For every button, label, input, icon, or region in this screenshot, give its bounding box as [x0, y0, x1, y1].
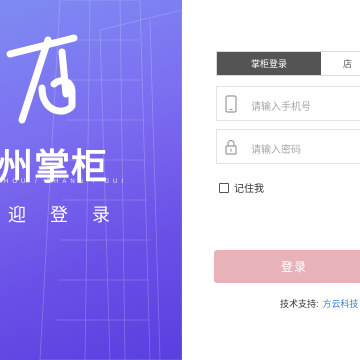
remember-me[interactable]: 记住我 [219, 180, 264, 195]
tab-manager-login[interactable]: 掌柜登录 [217, 52, 321, 75]
lock-icon [225, 139, 237, 155]
welcome-text: 迎登录 [8, 205, 134, 226]
phone-icon [225, 95, 237, 113]
remember-label: 记住我 [234, 184, 264, 195]
phone-field[interactable]: 请输入手机号 [216, 86, 360, 121]
login-panel: 掌柜登录 店 请输入手机号 请输入密码 记住我 登录 技术支持: 方云科技 [182, 0, 360, 360]
tab-store-login[interactable]: 店 [321, 52, 360, 75]
brand-panel: 州掌柜 HOU / ZHANG / GUI 迎登录 [0, 0, 182, 360]
password-field[interactable]: 请输入密码 [216, 129, 360, 164]
login-button[interactable]: 登录 [214, 250, 360, 283]
tech-support: 技术支持: 方云科技 [280, 297, 359, 310]
password-placeholder: 请输入密码 [251, 145, 301, 156]
phone-placeholder: 请输入手机号 [251, 102, 311, 113]
remember-checkbox[interactable] [219, 182, 229, 193]
support-company-link[interactable]: 方云科技 [323, 299, 359, 309]
brand-pinyin: HOU / ZHANG / GUI [4, 179, 128, 185]
logo-mark-icon [6, 34, 78, 124]
login-tabs: 掌柜登录 店 [216, 51, 360, 76]
support-label: 技术支持: [280, 299, 319, 309]
